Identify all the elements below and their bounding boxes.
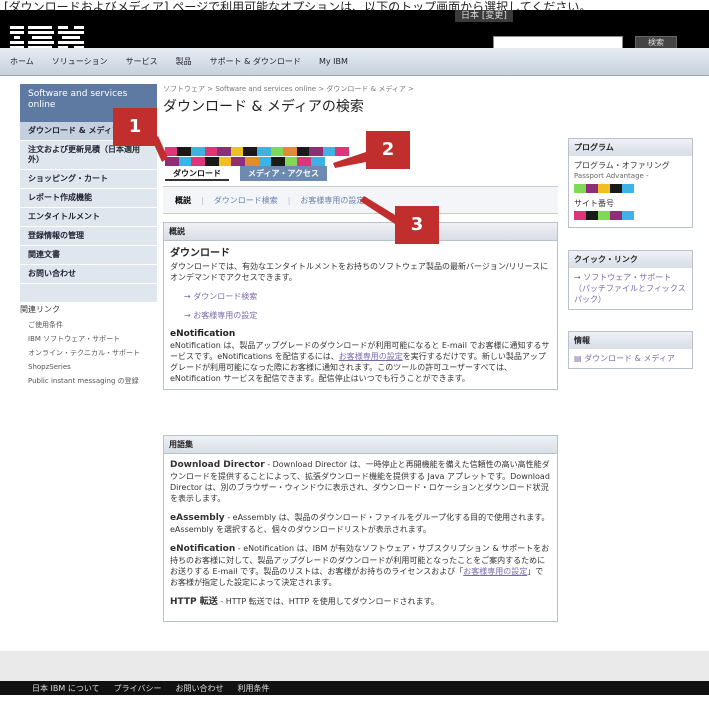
sidebar-item-entitlements[interactable]: エンタイトルメント [20, 208, 157, 227]
footer-link-contact[interactable]: お問い合わせ [175, 683, 223, 694]
info-link[interactable]: ▤ ダウンロード & メディア [569, 349, 692, 368]
quick-links-header: クイック・リンク [569, 251, 692, 268]
info-header: 情報 [569, 332, 692, 349]
tab-download[interactable]: ダウンロード [165, 166, 229, 181]
info-link-label: ダウンロード & メディア [584, 354, 675, 363]
subtab-separator: | [201, 195, 204, 205]
glossary-term: Download Director [170, 460, 265, 470]
subtab-download-search[interactable]: ダウンロード検索 [214, 195, 278, 206]
glossary-header: 用語集 [164, 436, 557, 454]
page-title: ダウンロード & メディアの検索 [163, 99, 364, 115]
footer-link-privacy[interactable]: プライバシー [114, 683, 162, 694]
callout-3: 3 [395, 206, 439, 244]
related-link[interactable]: Public instant messaging の登録 [20, 374, 157, 388]
glossary-definition: - eAssembly は、製品のダウンロード・ファイルをグループ化する目的で使… [170, 513, 550, 534]
nav-item-home[interactable]: ホーム [10, 48, 34, 76]
enotification-preferences-link[interactable]: お客様専用の設定 [339, 352, 403, 361]
redacted-site-pixels [574, 211, 687, 223]
subtab-preferences[interactable]: お客様専用の設定 [300, 195, 364, 206]
sidebar-spacer [20, 284, 157, 302]
callout-2: 2 [366, 131, 410, 169]
nav-item-solutions[interactable]: ソリューション [52, 48, 108, 76]
related-links-title: 関連リンク [20, 305, 60, 314]
info-box: 情報 ▤ ダウンロード & メディア [568, 331, 693, 369]
masthead: 日本 [変更] 検索 [0, 10, 709, 50]
footer-spacer [0, 651, 709, 681]
glossary-term: HTTP 転送 [170, 597, 218, 607]
nav-item-services[interactable]: サービス [126, 48, 158, 76]
program-sub: Passport Advantage - [574, 172, 649, 180]
glossary-entry: eAssembly - eAssembly は、製品のダウンロード・ファイルをグ… [170, 512, 551, 535]
quick-link-support[interactable]: → ソフトウェア・サポート（パッチファイルとフィックスパック） [569, 268, 692, 309]
related-link[interactable]: オンライン・テクニカル・サポート [20, 346, 157, 360]
glossary-preferences-link[interactable]: お客様専用の設定 [463, 567, 527, 576]
download-search-link[interactable]: → ダウンロード検索 [184, 291, 551, 302]
site-number-label: サイト番号 [574, 199, 614, 208]
subtab-overview[interactable]: 概説 [175, 195, 191, 206]
program-box: プログラム プログラム・オファリング Passport Advantage - … [568, 138, 693, 228]
enotification-title: eNotification [170, 329, 236, 339]
enotification-body: eNotification は、製品アップグレードのダウンロードが利用可能になる… [170, 340, 551, 384]
glossary-term: eAssembly [170, 513, 225, 523]
related-links-list: ご使用条件 IBM ソフトウェア・サポート オンライン・テクニカル・サポート S… [20, 318, 157, 388]
tab-media-access[interactable]: メディア・アクセス [240, 166, 328, 181]
nav-item-products[interactable]: 製品 [176, 48, 192, 76]
footer: 日本 IBM について プライバシー お問い合わせ 利用条件 [0, 681, 709, 695]
breadcrumb[interactable]: ソフトウェア > Software and services online > … [163, 84, 414, 94]
related-link[interactable]: IBM ソフトウェア・サポート [20, 332, 157, 346]
glossary-definition: - HTTP 転送では、HTTP を使用してダウンロードされます。 [217, 597, 439, 606]
sidebar-item-related-docs[interactable]: 関連文書 [20, 246, 157, 265]
sidebar-item-contact[interactable]: お問い合わせ [20, 265, 157, 284]
preferences-link[interactable]: → お客様専用の設定 [184, 310, 551, 321]
glossary-panel: 用語集 Download Director - Download Directo… [163, 435, 558, 622]
subtab-separator: | [287, 195, 291, 205]
subtab-bar: 概説 | ダウンロード検索 | お客様専用の設定 [163, 186, 558, 214]
overview-title: ダウンロード [170, 248, 230, 259]
glossary-term: eNotification [170, 544, 236, 554]
sidebar-item-registration[interactable]: 登録情報の管理 [20, 227, 157, 246]
related-link[interactable]: ご使用条件 [20, 318, 157, 332]
program-header: プログラム [569, 139, 692, 156]
locale-selector[interactable]: 日本 [変更] [455, 10, 513, 22]
sidebar-item-cart[interactable]: ショッピング・カート [20, 170, 157, 189]
folder-icon: ▤ [574, 354, 585, 363]
nav-item-support[interactable]: サポート & ダウンロード [210, 48, 301, 76]
top-nav: ホーム ソリューション サービス 製品 サポート & ダウンロード My IBM [0, 48, 709, 76]
quick-links-box: クイック・リンク → ソフトウェア・サポート（パッチファイルとフィックスパック） [568, 250, 693, 310]
footer-link-terms[interactable]: 利用条件 [237, 683, 269, 694]
sidebar-item-reports[interactable]: レポート作成機能 [20, 189, 157, 208]
overview-panel: 概説 ダウンロード ダウンロードでは、有効なエンタイトルメントをお持ちのソフトウ… [163, 222, 558, 390]
glossary-entry: eNotification - eNotification は、IBM が有効な… [170, 543, 551, 588]
nav-item-my-ibm[interactable]: My IBM [319, 48, 348, 76]
overview-header: 概説 [164, 223, 557, 241]
program-label: プログラム・オファリング [574, 161, 670, 170]
footer-link-about[interactable]: 日本 IBM について [32, 683, 100, 694]
ibm-logo[interactable] [10, 24, 92, 50]
overview-body: ダウンロードでは、有効なエンタイトルメントをお持ちのソフトウェア製品の最新バージ… [170, 262, 549, 282]
glossary-entry: Download Director - Download Director は、… [170, 459, 551, 504]
redacted-program-pixels [574, 184, 687, 196]
glossary-entry: HTTP 転送 - HTTP 転送では、HTTP を使用してダウンロードされます… [170, 596, 551, 608]
related-link[interactable]: ShopzSeries [20, 360, 157, 374]
callout-1: 1 [113, 108, 157, 146]
